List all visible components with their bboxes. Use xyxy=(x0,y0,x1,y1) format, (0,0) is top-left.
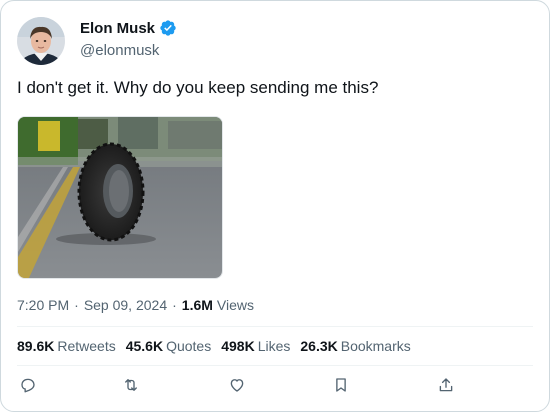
author-display-name[interactable]: Elon Musk xyxy=(80,20,155,37)
likes-stat[interactable]: 498K Likes xyxy=(221,338,290,354)
engagement-stats: 89.6K Retweets 45.6K Quotes 498K Likes 26.3… xyxy=(17,338,411,354)
verified-badge-icon xyxy=(159,19,177,37)
avatar[interactable] xyxy=(17,17,65,65)
meta-separator: · xyxy=(172,297,177,313)
views-label: Views xyxy=(216,297,254,313)
quotes-label: Quotes xyxy=(166,338,212,354)
likes-count: 498K xyxy=(221,338,255,354)
retweet-button[interactable] xyxy=(117,373,145,401)
retweet-icon xyxy=(122,376,140,399)
author-handle[interactable]: @elonmusk xyxy=(80,42,159,59)
tweet-card: Elon Musk @elonmusk I don't get it. Why … xyxy=(0,0,550,412)
share-button[interactable] xyxy=(432,373,460,401)
bookmarks-label: Bookmarks xyxy=(340,338,411,354)
bookmarks-stat[interactable]: 26.3K Bookmarks xyxy=(300,338,410,354)
meta-separator: · xyxy=(74,297,79,313)
divider xyxy=(17,365,533,366)
retweets-stat[interactable]: 89.6K Retweets xyxy=(17,338,116,354)
tweet-date[interactable]: Sep 09, 2024 xyxy=(84,297,167,313)
quotes-stat[interactable]: 45.6K Quotes xyxy=(126,338,212,354)
bookmark-button[interactable] xyxy=(327,373,355,401)
retweets-count: 89.6K xyxy=(17,338,55,354)
tweet-media-image[interactable] xyxy=(17,116,223,279)
tweet-text: I don't get it. Why do you keep sending … xyxy=(17,78,379,97)
tweet-time[interactable]: 7:20 PM xyxy=(17,297,69,313)
like-icon xyxy=(228,376,246,399)
action-bar xyxy=(1,373,550,401)
quotes-count: 45.6K xyxy=(125,338,164,354)
bookmarks-count: 26.3K xyxy=(300,338,338,354)
tweet-meta: 7:20 PM · Sep 09, 2024 · 1.6M Views xyxy=(17,297,254,313)
like-button[interactable] xyxy=(223,373,251,401)
reply-icon xyxy=(19,376,37,399)
reply-button[interactable] xyxy=(14,373,42,401)
views-count: 1.6M xyxy=(181,297,213,313)
divider xyxy=(17,326,533,327)
bookmark-icon xyxy=(332,376,350,399)
likes-label: Likes xyxy=(257,338,291,354)
retweets-label: Retweets xyxy=(57,338,116,354)
share-icon xyxy=(437,376,455,399)
